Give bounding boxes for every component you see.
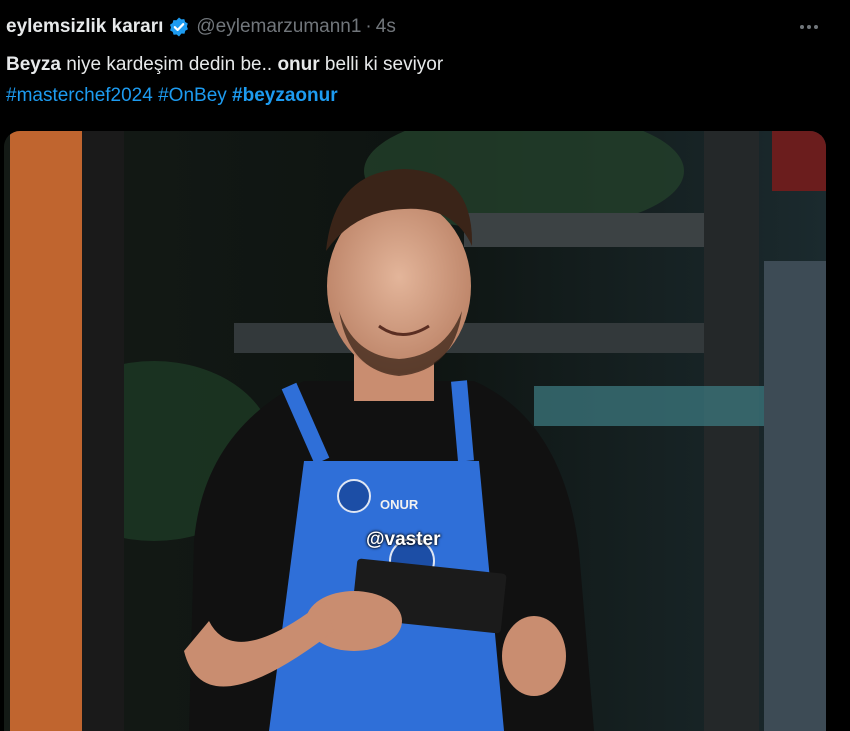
tweet-text: Beyza niye kardeşim dedin be.. onur bell… (6, 49, 443, 111)
author-handle[interactable]: @eylemarzumann1 (196, 16, 361, 38)
dark-pillar (82, 131, 124, 731)
mention-name-onur: onur (277, 54, 320, 75)
author-display-name[interactable]: eylemsizlik kararı (6, 16, 163, 38)
right-panel (764, 261, 826, 731)
hashtag-onbey[interactable]: #OnBey (158, 85, 227, 106)
apron-name-label: ONUR (380, 497, 419, 512)
frame-bar-top (464, 213, 724, 247)
tweet-header: eylemsizlik kararı @eylemarzumann1 · 4s (6, 14, 396, 40)
frame-post (704, 131, 759, 731)
hashtag-masterchef2024[interactable]: #masterchef2024 (6, 85, 153, 106)
separator-dot: · (365, 16, 372, 37)
apron-logo-k (337, 479, 371, 513)
mention-name-beyza: Beyza (6, 54, 61, 75)
tweet-text-line: Beyza niye kardeşim dedin be.. onur bell… (6, 49, 443, 80)
video-watermark: @vaster (366, 529, 441, 550)
timestamp[interactable]: 4s (376, 16, 396, 38)
tweet-video[interactable]: ONUR @vaster (4, 131, 826, 731)
verified-badge-icon (168, 16, 190, 38)
more-options-icon[interactable] (794, 14, 824, 40)
tweet-text-end: belli ki seviyor (319, 54, 444, 75)
orange-pillar (10, 131, 82, 731)
frame-bar-mid (234, 323, 734, 353)
hashtag-beyzaonur[interactable]: #beyzaonur (232, 85, 338, 106)
video-frame (4, 131, 826, 731)
tweet-text-middle: niye kardeşim dedin be.. (60, 54, 278, 75)
red-top-right (772, 131, 826, 191)
hand-right (502, 616, 566, 696)
apron-strap-right (451, 380, 474, 462)
hashtag-line: #masterchef2024 #OnBey #beyzaonur (6, 80, 443, 111)
